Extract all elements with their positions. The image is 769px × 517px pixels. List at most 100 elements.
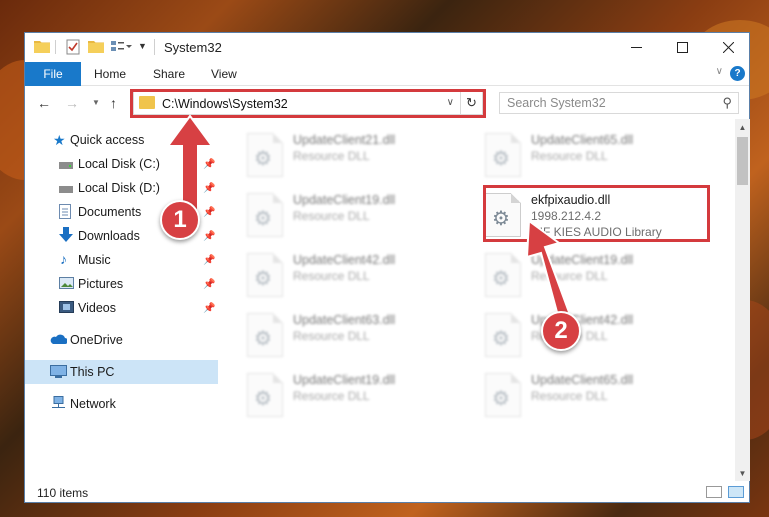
minimize-icon — [630, 46, 642, 48]
scroll-down-icon[interactable]: ▼ — [735, 465, 750, 481]
drive-icon — [59, 183, 75, 197]
step-badge-1: 1 — [160, 200, 200, 240]
file-type: Resource DLL — [293, 149, 370, 163]
sidebar-item-network[interactable]: Network — [25, 392, 218, 416]
file-type: Resource DLL — [531, 389, 608, 403]
details-view-icon[interactable] — [706, 486, 722, 498]
file-item[interactable]: ⚙ UpdateClient65.dll Resource DLL — [485, 369, 705, 419]
sidebar-item-label: Music — [78, 253, 111, 267]
status-bar: 110 items — [25, 481, 749, 503]
file-item[interactable]: ⚙ UpdateClient65.dll Resource DLL — [485, 129, 705, 179]
sidebar-item-label: Local Disk (C:) — [78, 157, 160, 171]
sidebar-item-label: Quick access — [70, 133, 145, 147]
file-type: Resource DLL — [293, 389, 370, 403]
chevron-down-icon[interactable]: ▼ — [138, 41, 147, 51]
dll-file-icon: ⚙ — [485, 373, 521, 417]
file-name: UpdateClient63.dll — [293, 313, 396, 327]
vertical-scrollbar[interactable]: ▲ ▼ — [735, 119, 750, 481]
close-icon — [722, 41, 734, 53]
file-name: UpdateClient19.dll — [293, 373, 396, 387]
sidebar-item-videos[interactable]: Videos 📌 — [25, 296, 218, 320]
file-name: UpdateClient19.dll — [293, 193, 396, 207]
dll-file-icon: ⚙ — [247, 253, 283, 297]
file-item[interactable]: ⚙ UpdateClient63.dll Resource DLL — [247, 309, 467, 359]
tab-file[interactable]: File — [25, 62, 81, 86]
search-placeholder: Search System32 — [507, 96, 606, 110]
folder-icon — [34, 39, 50, 55]
title-bar: ▼ System32 — [25, 33, 749, 61]
minimize-button[interactable] — [613, 33, 659, 61]
file-item[interactable]: ⚙ UpdateClient21.dll Resource DLL — [247, 129, 467, 179]
tab-share[interactable]: Share — [153, 67, 185, 81]
new-folder-icon[interactable] — [88, 39, 104, 55]
close-button[interactable] — [705, 33, 751, 61]
pin-icon[interactable]: 📌 — [203, 279, 215, 290]
pin-icon[interactable]: 📌 — [203, 303, 215, 314]
sidebar-item-music[interactable]: ♪ Music 📌 — [25, 248, 218, 272]
dll-file-icon: ⚙ — [247, 373, 283, 417]
file-name: UpdateClient42.dll — [293, 253, 396, 267]
file-name: UpdateClient65.dll — [531, 133, 634, 147]
sidebar-item-this-pc[interactable]: This PC — [25, 360, 218, 384]
expand-ribbon-icon[interactable]: ∨ — [716, 66, 723, 77]
step-badge-2: 2 — [541, 311, 581, 351]
drive-icon — [59, 159, 75, 173]
sidebar-item-label: Pictures — [78, 277, 124, 291]
file-item[interactable]: ⚙ UpdateClient42.dll Resource DLL — [247, 249, 467, 299]
address-row: ← → ▼ ↑ C:\Windows\System32 ∨ ↻ Search S… — [25, 88, 749, 118]
videos-icon — [59, 301, 75, 315]
file-type: Resource DLL — [293, 329, 370, 343]
properties-icon[interactable] — [65, 39, 81, 55]
file-type: Resource DLL — [293, 269, 370, 283]
sidebar-item-label: Videos — [78, 301, 116, 315]
tiles-view-icon[interactable] — [728, 486, 744, 498]
recent-locations-chevron-icon[interactable]: ▼ — [92, 98, 100, 107]
customize-quick-access-icon[interactable] — [111, 39, 132, 55]
file-list: ⚙ UpdateClient21.dll Resource DLL ⚙ Upda… — [225, 119, 735, 481]
item-count: 110 items — [37, 486, 89, 500]
dll-file-icon: ⚙ — [485, 133, 521, 177]
dll-file-icon: ⚙ — [247, 133, 283, 177]
file-item[interactable]: ⚙ UpdateClient19.dll Resource DLL — [247, 369, 467, 419]
file-type: Resource DLL — [531, 149, 608, 163]
sidebar-item-label: Documents — [78, 205, 142, 219]
file-item[interactable]: ⚙ UpdateClient19.dll Resource DLL — [247, 189, 467, 239]
toolbar-separator — [55, 40, 56, 54]
maximize-button[interactable] — [659, 33, 705, 61]
star-icon: ★ — [53, 132, 66, 148]
help-icon[interactable]: ? — [730, 66, 745, 81]
scrollbar-thumb[interactable] — [737, 137, 748, 185]
sidebar-item-label: Local Disk (D:) — [78, 181, 160, 195]
tab-view[interactable]: View — [211, 67, 237, 81]
music-icon: ♪ — [60, 251, 67, 267]
onedrive-icon — [50, 334, 68, 348]
maximize-icon — [676, 41, 688, 53]
search-input[interactable]: Search System32 ⚲ — [499, 92, 739, 114]
scroll-up-icon[interactable]: ▲ — [735, 119, 750, 135]
downloads-icon — [59, 227, 75, 242]
forward-arrow-icon[interactable]: → — [65, 95, 79, 111]
network-icon — [50, 396, 66, 410]
dll-file-icon: ⚙ — [247, 313, 283, 357]
pin-icon[interactable]: 📌 — [203, 255, 215, 266]
pin-icon[interactable]: 📌 — [203, 231, 215, 242]
pictures-icon — [59, 277, 75, 291]
file-type: Resource DLL — [293, 209, 370, 223]
documents-icon — [59, 204, 75, 219]
back-arrow-icon[interactable]: ← — [37, 95, 51, 111]
sidebar-item-label: OneDrive — [70, 333, 123, 347]
dll-file-icon: ⚙ — [247, 193, 283, 237]
sidebar-item-pictures[interactable]: Pictures 📌 — [25, 272, 218, 296]
up-arrow-icon[interactable]: ↑ — [110, 95, 117, 111]
window-title: System32 — [164, 40, 222, 55]
file-name: UpdateClient65.dll — [531, 373, 634, 387]
file-name: UpdateClient21.dll — [293, 133, 396, 147]
title-separator — [154, 39, 155, 55]
tab-home[interactable]: Home — [94, 67, 126, 81]
sidebar-item-label: Network — [70, 397, 116, 411]
ribbon: File Home Share View ∨ ? — [25, 62, 749, 86]
search-icon: ⚲ — [722, 95, 732, 110]
file-explorer-window: ▼ System32 File Home Share View ∨ ? ← → … — [24, 32, 750, 503]
sidebar-item-onedrive[interactable]: OneDrive — [25, 328, 218, 352]
sidebar-item-label: Downloads — [78, 229, 140, 243]
